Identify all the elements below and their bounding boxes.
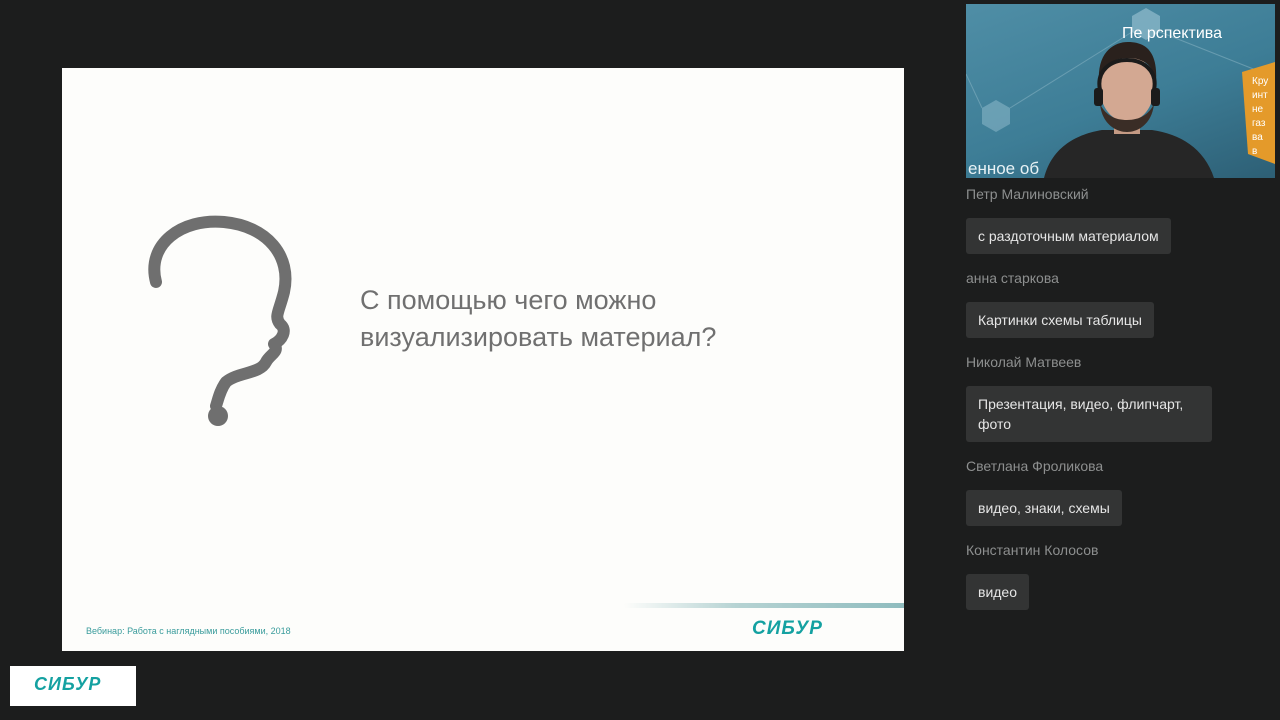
svg-text:в: в	[1252, 146, 1257, 157]
chat-author: Николай Матвеев	[966, 354, 1082, 370]
chat-author: Светлана Фроликова	[966, 458, 1104, 474]
bottom-logo: СИБУР	[34, 674, 102, 694]
svg-text:Пе рспектива: Пе рспектива	[1122, 25, 1222, 42]
svg-text:енное об: енное об	[968, 159, 1039, 178]
speaker-video[interactable]: Пе рспектива енное об Кру инт не газ ва …	[966, 4, 1275, 178]
chat-message: видео	[966, 574, 1029, 610]
chat-message: с раздоточным материалом	[966, 218, 1171, 254]
chat-item: Николай Матвеев Презентация, видео, флип…	[966, 352, 1266, 442]
chat-item: анна старкова Картинки схемы таблицы	[966, 268, 1266, 338]
svg-text:не: не	[1252, 104, 1264, 115]
question-head-icon	[148, 215, 292, 426]
chat-item: Константин Колосов видео	[966, 540, 1266, 610]
chat-author: Петр Малиновский	[966, 186, 1089, 202]
slide-footer-line	[624, 603, 904, 608]
svg-text:Кру: Кру	[1252, 76, 1268, 87]
svg-text:ва: ва	[1252, 132, 1263, 143]
chat-panel: Петр Малиновский с раздоточным материало…	[966, 184, 1266, 624]
slide-footer-text: Вебинар: Работа с наглядными пособиями, …	[86, 626, 291, 636]
chat-message: Презентация, видео, флипчарт, фото	[966, 386, 1212, 442]
chat-item: Петр Малиновский с раздоточным материало…	[966, 184, 1266, 254]
video-frame-icon: Пе рспектива енное об Кру инт не газ ва …	[966, 8, 1275, 178]
bottom-logo-box: СИБУР	[10, 666, 136, 706]
svg-text:газ: газ	[1252, 118, 1266, 129]
chat-author: Константин Колосов	[966, 542, 1099, 558]
slide-logo: СИБУР	[752, 618, 823, 639]
chat-message: Картинки схемы таблицы	[966, 302, 1154, 338]
chat-author: анна старкова	[966, 270, 1059, 286]
slide-question-text: С помощью чего можно визуализировать мат…	[360, 285, 717, 352]
svg-text:инт: инт	[1252, 90, 1268, 101]
chat-message: видео, знаки, схемы	[966, 490, 1122, 526]
chat-item: Светлана Фроликова видео, знаки, схемы	[966, 456, 1266, 526]
presentation-slide: С помощью чего можно визуализировать мат…	[62, 68, 904, 651]
